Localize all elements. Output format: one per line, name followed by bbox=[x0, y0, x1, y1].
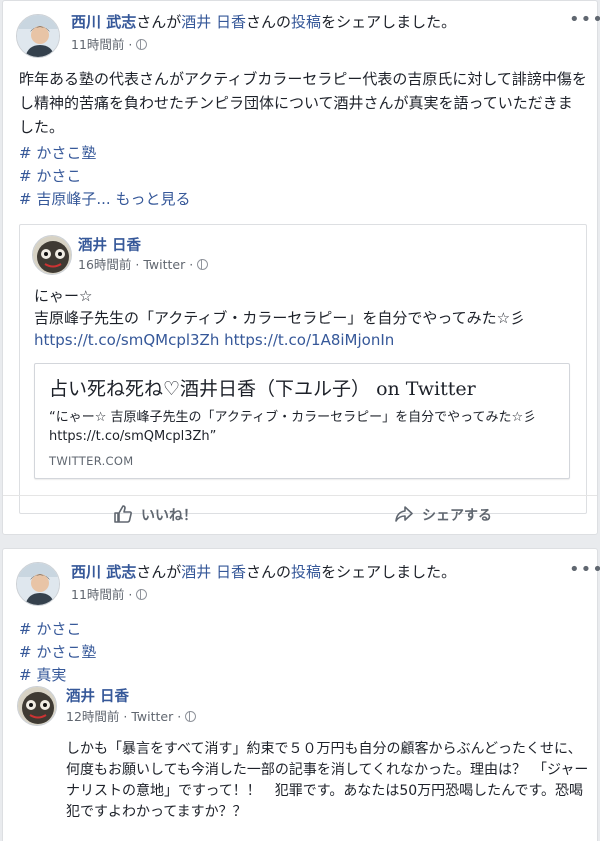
reshare-source: Twitter bbox=[131, 709, 174, 724]
globe-icon bbox=[136, 589, 148, 600]
reshare-meta: 12時間前 · Twitter · bbox=[66, 709, 197, 725]
embed-url-link[interactable]: https://t.co/smQMcpl3Zh bbox=[34, 331, 219, 349]
original-post-link[interactable]: 投稿 bbox=[291, 563, 321, 581]
source-author-link[interactable]: 酒井 日香 bbox=[181, 563, 246, 581]
embed-source: Twitter bbox=[143, 257, 186, 272]
hashtag-link[interactable]: # 真実 bbox=[19, 666, 66, 684]
embed-timestamp[interactable]: 16時間前 bbox=[78, 257, 131, 272]
original-post-link[interactable]: 投稿 bbox=[291, 13, 321, 31]
share-text: さんが bbox=[136, 13, 182, 31]
hashtag-link[interactable]: # かさこ bbox=[19, 620, 81, 638]
link-preview-domain: TWITTER.COM bbox=[49, 454, 134, 468]
share-text: さんが bbox=[136, 563, 182, 581]
reshare-body-text: しかも「暴言をすべて消す」約束で５０万円も自分の顧客からぶんどったくせに、何度も… bbox=[66, 741, 589, 820]
shared-post-embed: 酒井 日香 16時間前 · Twitter · にゃー☆ 吉原峰子先生の「アクテ… bbox=[19, 224, 587, 514]
more-options-icon[interactable]: ••• bbox=[569, 11, 600, 29]
hashtag-list: # かさこ塾 # かさこ # 吉原峰子... もっと見る bbox=[19, 142, 190, 211]
share-text: をシェアしました。 bbox=[321, 563, 457, 581]
globe-icon bbox=[136, 39, 148, 50]
shared-post-card: 西川 武志さんが酒井 日香さんの投稿をシェアしました。 11時間前 · ••• … bbox=[2, 548, 600, 841]
globe-icon bbox=[185, 711, 197, 722]
share-header: 西川 武志さんが酒井 日香さんの投稿をシェアしました。 bbox=[71, 12, 456, 32]
link-preview-description: “にゃー☆ 吉原峰子先生の「アクティブ・カラーセラピー」を自分でやってみた☆彡 … bbox=[49, 410, 537, 444]
shared-post-card: 西川 武志さんが酒井 日香さんの投稿をシェアしました。 11時間前 · ••• … bbox=[2, 0, 600, 535]
share-label: シェアする bbox=[422, 508, 492, 524]
share-text: さんの bbox=[246, 13, 292, 31]
thumbs-up-icon bbox=[113, 504, 133, 530]
see-more-link[interactable]: もっと見る bbox=[115, 190, 190, 208]
author-avatar[interactable] bbox=[16, 562, 60, 606]
reshare-timestamp[interactable]: 12時間前 bbox=[66, 709, 119, 724]
more-options-icon[interactable]: ••• bbox=[569, 561, 600, 579]
author-avatar[interactable] bbox=[16, 14, 60, 58]
share-header: 西川 武志さんが酒井 日香さんの投稿をシェアしました。 bbox=[71, 562, 456, 582]
like-label: いいね！ bbox=[141, 508, 197, 524]
post-timestamp[interactable]: 11時間前 bbox=[71, 587, 124, 602]
post-body-text: 昨年ある塾の代表さんがアクティブカラーセラピー代表の吉原氏に対して誹謗中傷をし精… bbox=[19, 70, 587, 136]
post-timestamp[interactable]: 11時間前 bbox=[71, 37, 124, 52]
author-name-link[interactable]: 西川 武志 bbox=[71, 563, 136, 581]
share-button[interactable]: シェアする bbox=[394, 504, 492, 530]
hashtag-link[interactable]: # かさこ bbox=[19, 167, 81, 185]
embed-author-name[interactable]: 酒井 日香 bbox=[78, 237, 141, 255]
link-preview-title: 占い死ね死ね♡酒井日香（下ユル子） on Twitter bbox=[49, 378, 476, 400]
author-name-link[interactable]: 西川 武志 bbox=[71, 13, 136, 31]
reshare-author-avatar[interactable] bbox=[17, 686, 57, 726]
post-meta: 11時間前 · bbox=[71, 37, 148, 53]
embed-author-avatar[interactable] bbox=[32, 235, 72, 275]
share-text: さんの bbox=[246, 563, 292, 581]
hashtag-link[interactable]: # かさこ塾 bbox=[19, 144, 96, 162]
share-text: をシェアしました。 bbox=[321, 13, 457, 31]
embed-meta: 16時間前 · Twitter · bbox=[78, 257, 209, 273]
like-button[interactable]: いいね！ bbox=[113, 504, 197, 530]
reshare-author-name[interactable]: 酒井 日香 bbox=[66, 688, 129, 706]
embed-text-line: にゃー☆ bbox=[34, 287, 93, 305]
embed-text-line: 吉原峰子先生の「アクティブ・カラーセラピー」を自分でやってみた☆彡 bbox=[34, 309, 526, 327]
embed-text: にゃー☆ 吉原峰子先生の「アクティブ・カラーセラピー」を自分でやってみた☆彡 h… bbox=[34, 285, 574, 351]
hashtag-link[interactable]: # 吉原峰子... bbox=[19, 190, 111, 208]
embed-url-link[interactable]: https://t.co/1A8iMjonIn bbox=[224, 331, 394, 349]
post-action-bar: いいね！ シェアする bbox=[3, 495, 597, 535]
globe-icon bbox=[197, 259, 209, 270]
share-arrow-icon bbox=[394, 504, 414, 530]
post-meta: 11時間前 · bbox=[71, 587, 148, 603]
hashtag-link[interactable]: # かさこ塾 bbox=[19, 643, 96, 661]
link-preview-card[interactable]: 占い死ね死ね♡酒井日香（下ユル子） on Twitter “にゃー☆ 吉原峰子先… bbox=[34, 363, 570, 479]
hashtag-list: # かさこ # かさこ塾 # 真実 bbox=[19, 618, 96, 687]
source-author-link[interactable]: 酒井 日香 bbox=[181, 13, 246, 31]
